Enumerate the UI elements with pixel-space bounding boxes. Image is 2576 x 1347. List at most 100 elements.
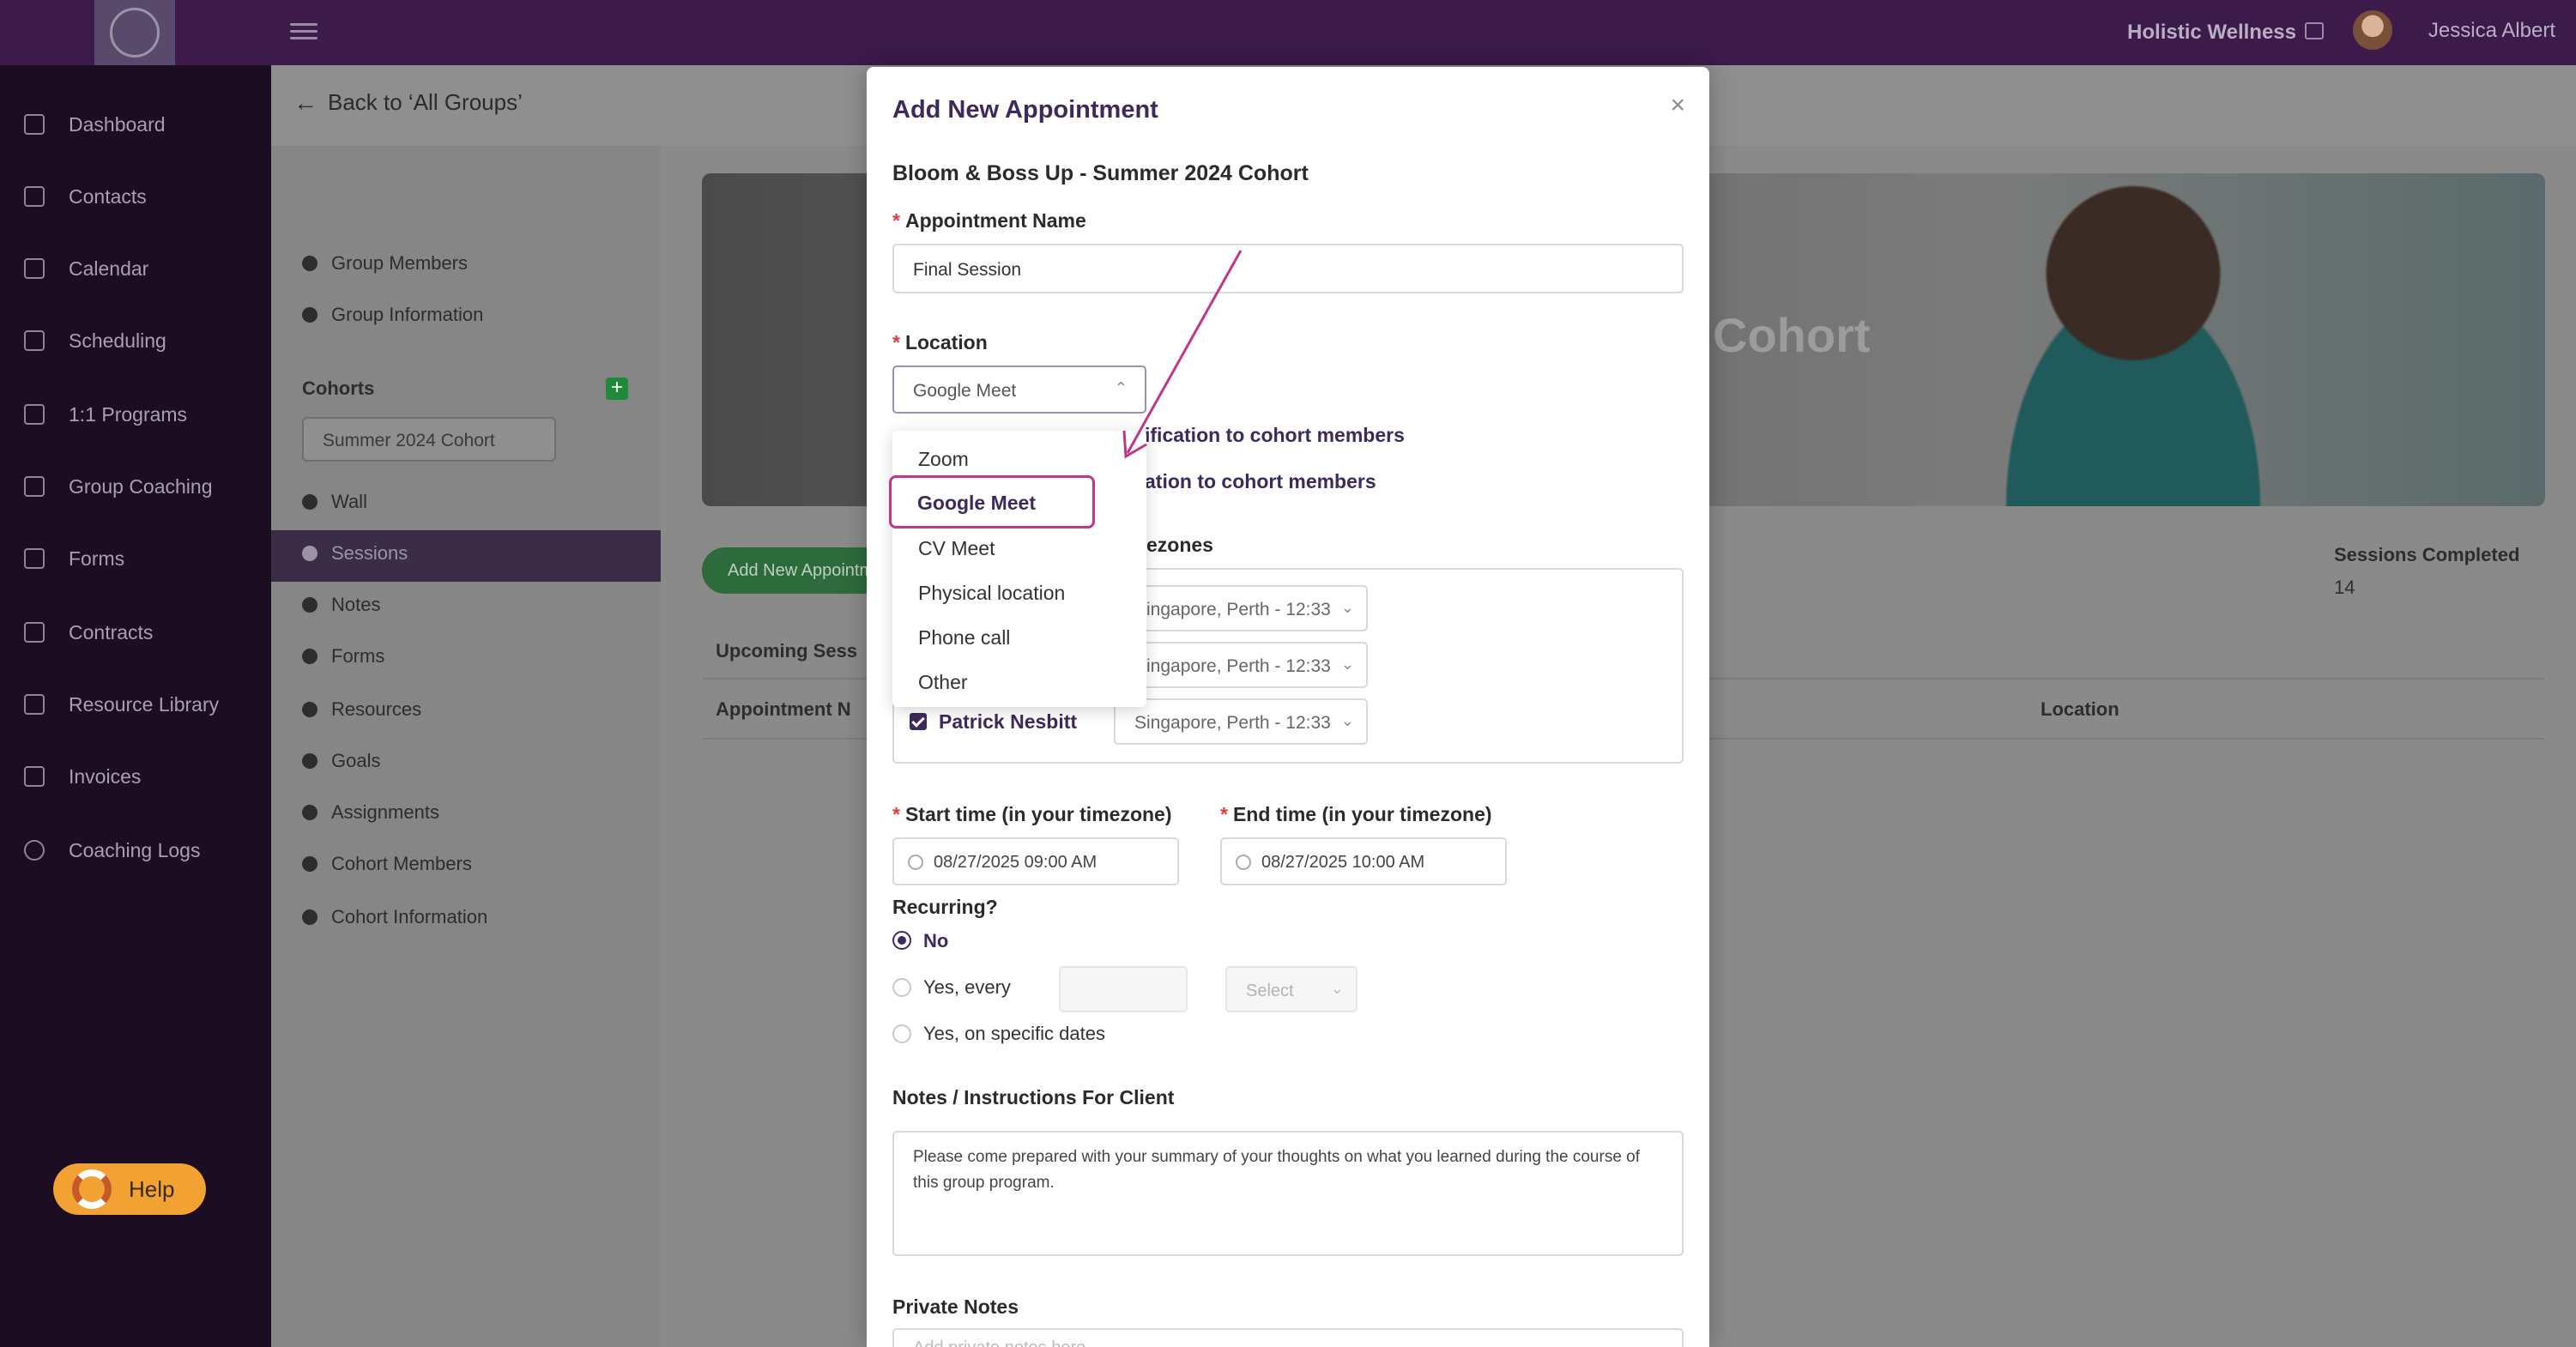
forms-icon xyxy=(24,548,45,569)
top-bar: Holistic Wellness Jessica Albert xyxy=(0,0,2576,65)
recurring-specific-radio[interactable] xyxy=(892,1024,911,1043)
nav-item-contracts[interactable]: Contracts xyxy=(0,611,271,654)
recurring-unit-select[interactable]: Select ⌄ xyxy=(1225,966,1358,1012)
chevron-up-icon: ⌃ xyxy=(1114,379,1128,396)
chevron-down-icon: ⌄ xyxy=(1337,655,1354,674)
left-nav: Dashboard Contacts Calendar Scheduling 1… xyxy=(0,65,271,1347)
nav-item-scheduling[interactable]: Scheduling xyxy=(0,319,271,362)
app-logo[interactable] xyxy=(94,0,175,65)
subnav-cohort-information[interactable]: Cohort Information xyxy=(302,906,487,928)
chevron-down-icon: ⌄ xyxy=(1337,712,1354,730)
notification-option-1[interactable]: ification to cohort members xyxy=(1145,424,1405,447)
private-notes-label: Private Notes xyxy=(892,1296,1019,1318)
start-time-input[interactable]: 08/27/2025 09:00 AM xyxy=(892,837,1179,885)
add-appointment-modal: Add New Appointment × Bloom & Boss Up - … xyxy=(867,67,1709,1347)
goals-icon xyxy=(302,753,317,769)
notification-option-2[interactable]: ation to cohort members xyxy=(1145,470,1376,493)
clock-icon xyxy=(24,840,45,861)
members-icon xyxy=(302,256,317,271)
recurring-specific-label: Yes, on specific dates xyxy=(923,1023,1105,1044)
assignments-icon xyxy=(302,805,317,820)
notes-icon xyxy=(302,597,317,613)
location-option-other[interactable]: Other xyxy=(918,671,968,694)
location-option-zoom[interactable]: Zoom xyxy=(918,448,969,471)
member-checkbox[interactable] xyxy=(910,713,927,730)
close-icon[interactable]: × xyxy=(1670,91,1685,120)
subnav-resources[interactable]: Resources xyxy=(302,698,421,721)
avatar[interactable] xyxy=(2353,10,2392,50)
chevron-down-icon: ⌄ xyxy=(1337,599,1354,617)
menu-toggle-icon[interactable] xyxy=(290,19,317,45)
cohort-select[interactable]: Summer 2024 Cohort xyxy=(302,417,556,462)
end-time-input[interactable]: 08/27/2025 10:00 AM xyxy=(1220,837,1507,885)
timezones-title: ezones xyxy=(1146,534,1213,556)
recurring-no-radio[interactable] xyxy=(892,931,911,950)
timezone-select[interactable]: Singapore, Perth - 12:33 ⌄ xyxy=(1114,698,1368,745)
clock-icon xyxy=(1236,855,1251,870)
sessions-icon xyxy=(302,546,317,561)
private-notes-input[interactable]: Add private notes here xyxy=(892,1328,1684,1347)
nav-item-group-coaching[interactable]: Group Coaching xyxy=(0,465,271,508)
nav-item-programs[interactable]: 1:1 Programs xyxy=(0,393,271,436)
help-button[interactable]: Help xyxy=(53,1163,206,1215)
upcoming-sessions-tab[interactable]: Upcoming Sess xyxy=(716,640,857,662)
sessions-completed-label: Sessions Completed xyxy=(2334,544,2520,565)
nav-item-contacts[interactable]: Contacts xyxy=(0,175,271,218)
notes-label: Notes / Instructions For Client xyxy=(892,1086,1175,1108)
recurring-every-radio[interactable] xyxy=(892,978,911,997)
logo-icon xyxy=(110,8,160,57)
wall-icon xyxy=(302,494,317,510)
subnav-group-members[interactable]: Group Members xyxy=(302,252,468,275)
column-location: Location xyxy=(2041,698,2119,720)
location-option-cv-meet[interactable]: CV Meet xyxy=(918,537,995,560)
recurring-interval-input[interactable] xyxy=(1059,966,1188,1012)
subnav-goals[interactable]: Goals xyxy=(302,750,380,772)
members-icon xyxy=(302,856,317,872)
cohorts-title: Cohorts xyxy=(302,378,375,399)
timezone-select[interactable]: Singapore, Perth - 12:33 ⌄ xyxy=(1114,642,1368,688)
recurring-label: Recurring? xyxy=(892,896,998,918)
recurring-every-label: Yes, every xyxy=(923,976,1011,998)
location-dropdown: Zoom CV Meet Physical location Phone cal… xyxy=(892,431,1146,707)
info-icon xyxy=(302,307,317,323)
location-label: * Location xyxy=(892,331,988,353)
nav-item-dashboard[interactable]: Dashboard xyxy=(0,103,271,146)
lifebuoy-icon xyxy=(72,1169,112,1209)
end-time-label: * End time (in your timezone) xyxy=(1220,803,1492,825)
nav-item-calendar[interactable]: Calendar xyxy=(0,247,271,290)
nav-item-resource-library[interactable]: Resource Library xyxy=(0,683,271,726)
forms-icon xyxy=(302,649,317,664)
subnav-sessions[interactable]: Sessions xyxy=(302,542,408,565)
user-name[interactable]: Jessica Albert xyxy=(2428,19,2555,43)
banner-title: Cohort xyxy=(1713,308,1871,362)
subnav-forms[interactable]: Forms xyxy=(302,645,384,667)
nav-item-coaching-logs[interactable]: Coaching Logs xyxy=(0,829,271,872)
location-select[interactable]: Google Meet ⌃ xyxy=(892,365,1146,414)
calendar-icon xyxy=(24,258,45,279)
nav-item-invoices[interactable]: Invoices xyxy=(0,755,271,798)
nav-item-forms[interactable]: Forms xyxy=(0,537,271,580)
notes-textarea[interactable]: Please come prepared with your summary o… xyxy=(892,1131,1684,1256)
subnav-assignments[interactable]: Assignments xyxy=(302,801,439,824)
location-option-google-meet[interactable]: Google Meet xyxy=(889,475,1095,529)
library-icon xyxy=(24,694,45,715)
location-option-phone[interactable]: Phone call xyxy=(918,626,1010,649)
chevron-down-icon: ⌄ xyxy=(1330,980,1344,997)
banner-photo xyxy=(1936,173,2331,506)
add-cohort-button[interactable]: + xyxy=(606,378,628,400)
subnav-cohort-members[interactable]: Cohort Members xyxy=(302,853,472,875)
subnav-group-information[interactable]: Group Information xyxy=(302,304,483,326)
arrow-left-icon[interactable]: ← xyxy=(293,89,317,117)
location-option-physical[interactable]: Physical location xyxy=(918,582,1065,605)
business-icon[interactable] xyxy=(2305,22,2324,39)
column-appointment-name: Appointment N xyxy=(716,698,851,720)
resources-icon xyxy=(302,702,317,717)
timezone-select[interactable]: Singapore, Perth - 12:33 ⌄ xyxy=(1114,585,1368,631)
contracts-icon xyxy=(24,622,45,643)
brand-name: Holistic Wellness xyxy=(2127,21,2296,44)
appointment-name-input[interactable]: Final Session xyxy=(892,244,1684,293)
subnav-notes[interactable]: Notes xyxy=(302,594,380,616)
back-link[interactable]: Back to ‘All Groups’ xyxy=(328,89,523,116)
appointment-name-label: * Appointment Name xyxy=(892,209,1086,232)
subnav-wall[interactable]: Wall xyxy=(302,491,367,513)
